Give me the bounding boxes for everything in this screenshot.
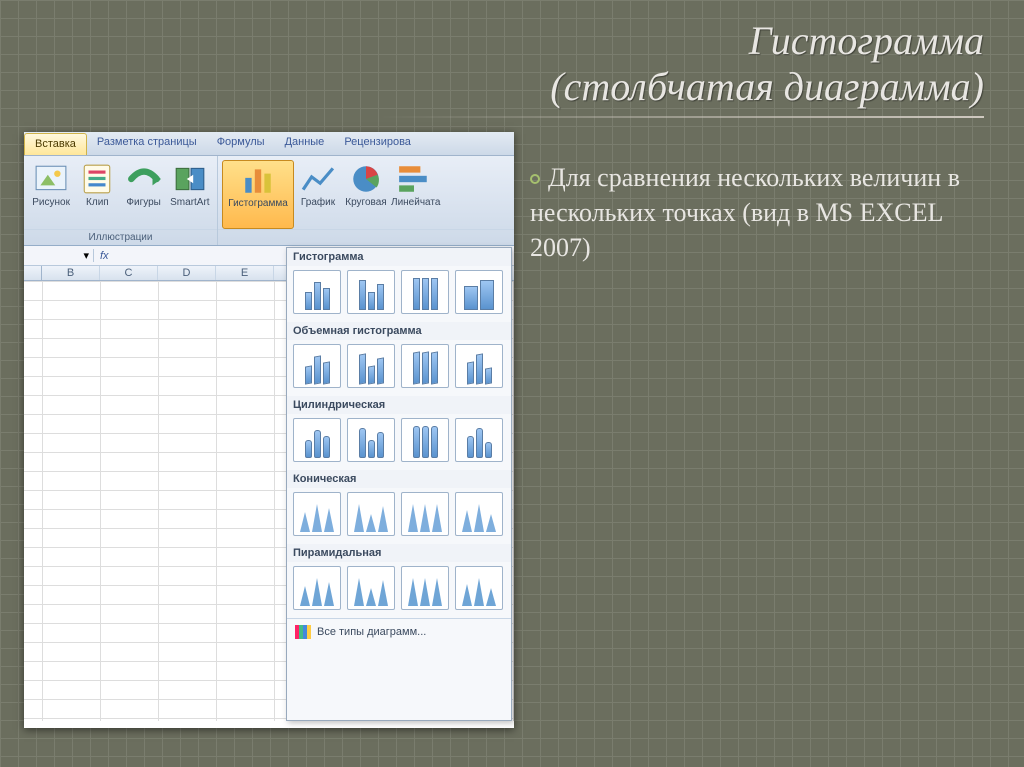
chart-option[interactable] <box>347 492 395 536</box>
gallery-section-cylinder: Цилиндрическая <box>287 396 511 414</box>
gallery-row <box>287 562 511 618</box>
chart-option[interactable] <box>401 418 449 462</box>
gallery-row <box>287 414 511 470</box>
chevron-down-icon: ▾ <box>83 249 89 262</box>
title-underline <box>380 116 984 118</box>
gallery-section-histogram: Гистограмма <box>287 248 511 266</box>
column-header-e[interactable]: E <box>216 266 274 280</box>
ribbon-tabs: Вставка Разметка страницы Формулы Данные… <box>24 132 514 156</box>
chart-option[interactable] <box>347 418 395 462</box>
chart-option[interactable] <box>347 566 395 610</box>
bullet-text-content: Для сравнения нескольких величин в неско… <box>530 163 960 262</box>
slide-title: Гистограмма (столбчатая диаграмма) <box>380 18 984 118</box>
bar-chart-button[interactable]: Линейчата <box>390 160 438 229</box>
chart-option[interactable] <box>347 344 395 388</box>
bar-chart-icon <box>397 162 431 196</box>
column-header-c[interactable]: C <box>100 266 158 280</box>
title-line-1: Гистограмма <box>749 18 984 63</box>
shapes-icon <box>127 162 161 196</box>
gallery-section-cone: Коническая <box>287 470 511 488</box>
chart-option[interactable] <box>293 270 341 314</box>
line-chart-label: График <box>295 198 341 209</box>
excel-screenshot: Вставка Разметка страницы Формулы Данные… <box>24 132 514 728</box>
pie-chart-label: Круговая <box>343 198 389 209</box>
chart-option[interactable] <box>293 492 341 536</box>
picture-button[interactable]: Рисунок <box>28 160 74 229</box>
ribbon-groups: Рисунок Клип Фигуры SmartArt Иллюстрации <box>24 156 514 246</box>
group-charts: Гистограмма График Круговая Линейчата <box>218 156 514 245</box>
smartart-button[interactable]: SmartArt <box>167 160 213 229</box>
chart-option[interactable] <box>293 418 341 462</box>
column-header-d[interactable]: D <box>158 266 216 280</box>
histogram-label: Гистограмма <box>224 199 292 210</box>
fx-icon[interactable]: fx <box>94 250 115 262</box>
all-charts-icon <box>295 625 311 639</box>
shapes-label: Фигуры <box>122 198 166 209</box>
shapes-button[interactable]: Фигуры <box>121 160 167 229</box>
chart-option[interactable] <box>455 344 503 388</box>
tab-review[interactable]: Рецензирова <box>334 132 421 155</box>
clip-label: Клип <box>75 198 119 209</box>
smartart-icon <box>173 162 207 196</box>
tab-page-layout[interactable]: Разметка страницы <box>87 132 207 155</box>
all-chart-types-button[interactable]: Все типы диаграмм... <box>287 618 511 645</box>
chart-option[interactable] <box>401 344 449 388</box>
group-illustrations-label: Иллюстрации <box>24 229 217 245</box>
chart-type-gallery: Гистограмма Объемная гистограмма Цилиндр… <box>286 247 512 721</box>
gallery-row <box>287 266 511 322</box>
bullet-marker-icon <box>530 174 540 184</box>
select-all-corner[interactable] <box>24 266 42 280</box>
bar-chart-label: Линейчата <box>391 198 437 209</box>
tab-formulas[interactable]: Формулы <box>207 132 275 155</box>
chart-option[interactable] <box>293 344 341 388</box>
smartart-label: SmartArt <box>168 198 212 209</box>
line-chart-button[interactable]: График <box>294 160 342 229</box>
title-line-2: (столбчатая диаграмма) <box>550 64 984 109</box>
chart-option[interactable] <box>293 566 341 610</box>
chart-option[interactable] <box>401 270 449 314</box>
group-charts-label <box>218 229 514 245</box>
all-chart-types-label: Все типы диаграмм... <box>317 626 426 638</box>
picture-icon <box>34 162 68 196</box>
gallery-section-3d: Объемная гистограмма <box>287 322 511 340</box>
tab-data[interactable]: Данные <box>275 132 335 155</box>
column-chart-icon <box>241 163 275 197</box>
tab-insert[interactable]: Вставка <box>24 133 87 155</box>
histogram-button[interactable]: Гистограмма <box>222 160 294 229</box>
clip-button[interactable]: Клип <box>74 160 120 229</box>
gallery-row <box>287 488 511 544</box>
chart-option[interactable] <box>401 492 449 536</box>
clip-icon <box>80 162 114 196</box>
slide-bullet: Для сравнения нескольких величин в неско… <box>530 160 984 265</box>
chart-option[interactable] <box>347 270 395 314</box>
picture-label: Рисунок <box>29 198 73 209</box>
chart-option[interactable] <box>455 270 503 314</box>
pie-chart-icon <box>349 162 383 196</box>
chart-option[interactable] <box>455 566 503 610</box>
chart-option[interactable] <box>455 418 503 462</box>
chart-option[interactable] <box>401 566 449 610</box>
name-box[interactable]: ▾ <box>24 249 94 262</box>
line-chart-icon <box>301 162 335 196</box>
group-illustrations: Рисунок Клип Фигуры SmartArt Иллюстрации <box>24 156 218 245</box>
chart-option[interactable] <box>455 492 503 536</box>
gallery-section-pyramid: Пирамидальная <box>287 544 511 562</box>
pie-chart-button[interactable]: Круговая <box>342 160 390 229</box>
gallery-row <box>287 340 511 396</box>
column-header-b[interactable]: B <box>42 266 100 280</box>
